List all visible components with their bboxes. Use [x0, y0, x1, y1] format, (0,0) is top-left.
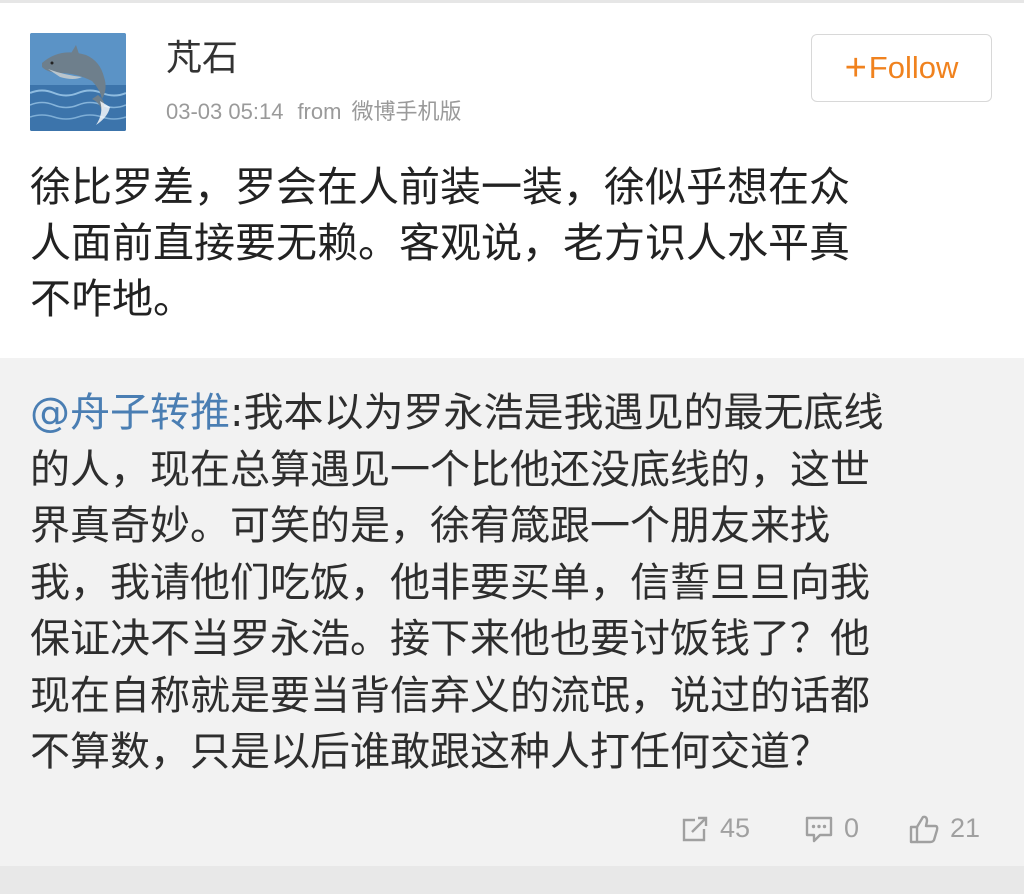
- post-text-line: 不咋地。: [30, 275, 194, 323]
- repost-text-line: 我，我请他们吃饭，他非要买单，信誓旦旦向我: [30, 559, 870, 606]
- repost-text: @舟子转推:我本以为罗永浩是我遇见的最无底线 的人，现在总算遇见一个比他还没底线…: [30, 385, 990, 781]
- follow-label: Follow: [868, 50, 959, 85]
- post-meta: 03-03 05:14 from 微博手机版: [166, 101, 461, 123]
- bottom-divider: [0, 866, 1024, 894]
- post-text: 徐比罗差，罗会在人前装一装，徐似乎想在众 人面前直接要无赖。客观说，老方识人水平…: [30, 159, 990, 327]
- repost-text-line: 保证决不当罗永浩。接下来他也要讨饭钱了？他: [30, 616, 870, 662]
- avatar[interactable]: [30, 33, 126, 131]
- share-icon: [682, 816, 708, 841]
- dolphin-avatar-image: [30, 33, 126, 131]
- mention-link[interactable]: @舟子转推: [30, 390, 230, 436]
- timestamp: 03-03 05:14: [166, 99, 284, 124]
- repost-text-line: 现在自称就是要当背信弃义的流氓，说过的话都: [30, 672, 870, 719]
- repost-count: 45: [720, 813, 751, 843]
- like-count: 21: [950, 813, 981, 843]
- post-text-line: 人面前直接要无赖。客观说，老方识人水平真: [30, 219, 850, 267]
- plus-icon: +: [844, 47, 867, 89]
- username[interactable]: 芃石: [166, 41, 238, 77]
- like-button[interactable]: 21: [908, 813, 980, 844]
- post-text-line: 徐比罗差，罗会在人前装一装，徐似乎想在众: [30, 163, 850, 211]
- repost-text-line: 的人，现在总算遇见一个比他还没底线的，这世: [30, 446, 870, 493]
- weibo-post: 芃石 03-03 05:14 from 微博手机版 + Follow 徐比罗差，罗会…: [0, 3, 1024, 358]
- comment-icon: [805, 816, 833, 842]
- action-bar: 45 0 21: [0, 813, 1024, 853]
- from-label: from: [297, 99, 342, 124]
- repost-text-line: :我本以为罗永浩是我遇见的最无底线: [230, 390, 884, 436]
- repost-text-line: 不算数，只是以后谁敢跟这种人打任何交道？: [30, 729, 830, 775]
- post-source[interactable]: 微博手机版: [351, 99, 461, 124]
- follow-button[interactable]: + Follow: [811, 34, 992, 102]
- thumbs-up-icon: [909, 815, 939, 843]
- repost-button[interactable]: 45: [680, 813, 750, 844]
- comment-count: 0: [844, 813, 860, 843]
- repost-text-line: 界真奇妙。可笑的是，徐宥箴跟一个朋友来找: [30, 503, 830, 549]
- reposted-content[interactable]: @舟子转推:我本以为罗永浩是我遇见的最无底线 的人，现在总算遇见一个比他还没底线…: [0, 358, 1024, 866]
- comment-button[interactable]: 0: [804, 813, 859, 844]
